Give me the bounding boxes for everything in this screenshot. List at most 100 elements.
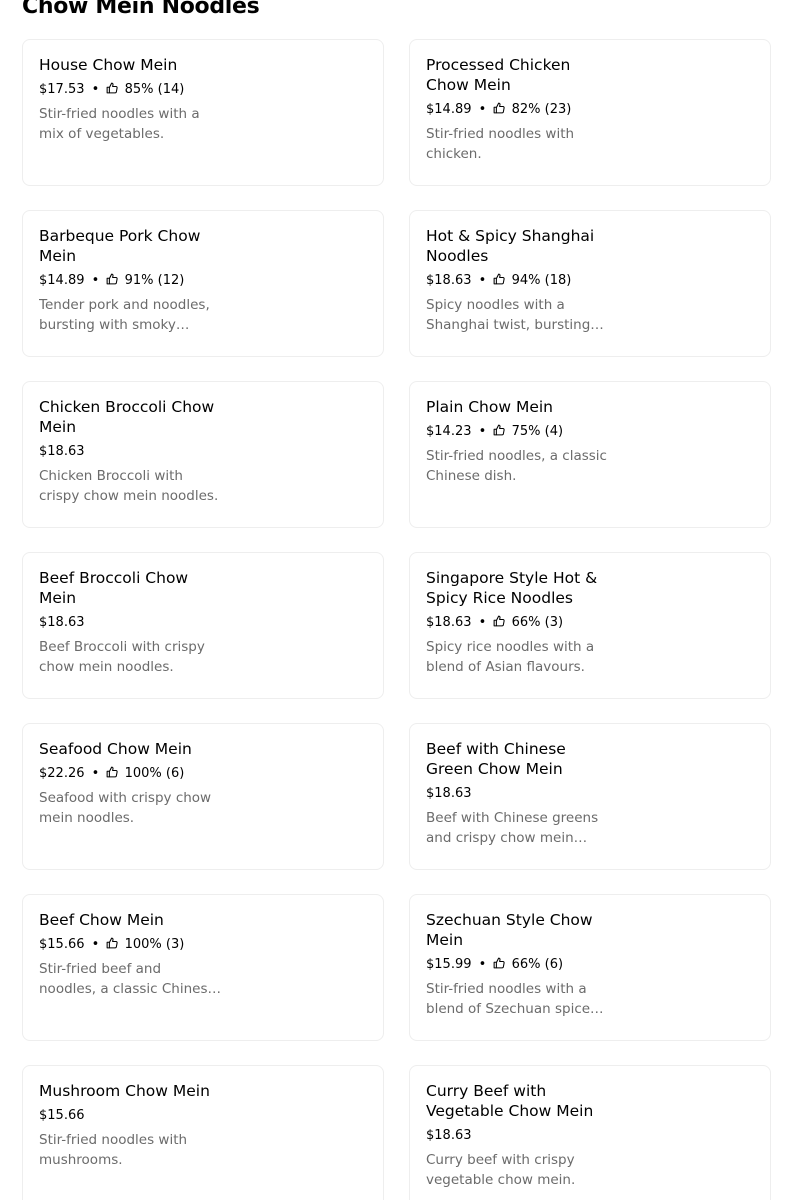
menu-item-rating: • 66% (6) bbox=[476, 957, 563, 972]
menu-item-meta: $22.26 • 100% (6) bbox=[39, 764, 229, 784]
menu-item-rating: • 91% (12) bbox=[89, 273, 185, 288]
menu-item-meta: $15.66 bbox=[39, 1106, 229, 1126]
menu-item-price: $14.89 bbox=[426, 102, 472, 117]
menu-item-meta: $15.99 • 66% (6) bbox=[426, 955, 616, 975]
menu-item-meta: $18.63 bbox=[39, 442, 229, 462]
thumbs-up-icon bbox=[494, 273, 506, 285]
thumbs-up-icon bbox=[494, 957, 506, 969]
rating-text: 100% (3) bbox=[124, 937, 185, 952]
menu-item-info: Beef Broccoli Chow Mein $18.63 Beef Broc… bbox=[39, 568, 229, 677]
menu-page: Chow Mein Noodles House Chow Mein $17.53… bbox=[0, 0, 804, 1200]
menu-item-card[interactable]: House Chow Mein $17.53 • 85% (14) Stir-f… bbox=[22, 39, 384, 186]
menu-item-card[interactable]: Processed Chicken Chow Mein $14.89 • 82%… bbox=[409, 39, 771, 186]
menu-item-description: Stir-fried noodles, a classic Chinese di… bbox=[426, 448, 607, 484]
menu-item-name: Seafood Chow Mein bbox=[39, 740, 192, 758]
menu-item-name: House Chow Mein bbox=[39, 56, 178, 74]
thumbs-up-icon bbox=[494, 424, 506, 436]
menu-item-meta: $15.66 • 100% (3) bbox=[39, 935, 229, 955]
menu-item-description: Tender pork and noodles, bursting with s… bbox=[39, 297, 210, 333]
rating-text: 82% (23) bbox=[511, 102, 572, 117]
menu-item-card[interactable]: Mushroom Chow Mein $15.66 Stir-fried noo… bbox=[22, 1065, 384, 1200]
menu-item-card[interactable]: Szechuan Style Chow Mein $15.99 • 66% (6… bbox=[409, 894, 771, 1041]
menu-item-info: Beef with Chinese Green Chow Mein $18.63… bbox=[426, 739, 616, 848]
menu-item-description: Spicy noodles with a Shanghai twist, bur… bbox=[426, 297, 591, 333]
menu-item-price: $22.26 bbox=[39, 766, 85, 781]
meta-separator: • bbox=[478, 102, 487, 117]
menu-item-price: $18.63 bbox=[426, 1128, 472, 1143]
menu-item-info: Szechuan Style Chow Mein $15.99 • 66% (6… bbox=[426, 910, 616, 1019]
menu-item-info: House Chow Mein $17.53 • 85% (14) Stir-f… bbox=[39, 55, 229, 144]
menu-item-card[interactable]: Beef Chow Mein $15.66 • 100% (3) Stir-fr… bbox=[22, 894, 384, 1041]
rating-text: 91% (12) bbox=[124, 273, 185, 288]
menu-item-description: Curry beef with crispy vegetable chow me… bbox=[426, 1152, 576, 1188]
menu-item-meta: $14.89 • 82% (23) bbox=[426, 100, 616, 120]
menu-item-name: Singapore Style Hot & Spicy Rice Noodles bbox=[426, 569, 598, 607]
menu-item-name: Chicken Broccoli Chow Mein bbox=[39, 398, 215, 436]
rating-text: 100% (6) bbox=[124, 766, 185, 781]
menu-item-name: Processed Chicken Chow Mein bbox=[426, 56, 571, 94]
menu-item-price: $18.63 bbox=[39, 615, 85, 630]
menu-item-name: Beef Broccoli Chow Mein bbox=[39, 569, 189, 607]
menu-item-description: Stir-fried noodles with chicken. bbox=[426, 126, 575, 162]
menu-item-meta: $18.63 bbox=[426, 784, 616, 804]
rating-text: 66% (3) bbox=[511, 615, 564, 630]
menu-item-card[interactable]: Curry Beef with Vegetable Chow Mein $18.… bbox=[409, 1065, 771, 1200]
menu-item-card[interactable]: Beef Broccoli Chow Mein $18.63 Beef Broc… bbox=[22, 552, 384, 699]
thumbs-up-icon bbox=[107, 82, 119, 94]
menu-item-description: Beef with Chinese greens and crispy chow… bbox=[426, 810, 599, 846]
menu-item-grid: House Chow Mein $17.53 • 85% (14) Stir-f… bbox=[22, 39, 772, 1200]
menu-item-price: $18.63 bbox=[426, 273, 472, 288]
menu-item-info: Mushroom Chow Mein $15.66 Stir-fried noo… bbox=[39, 1081, 229, 1170]
menu-item-name: Beef Chow Mein bbox=[39, 911, 164, 929]
meta-separator: • bbox=[478, 424, 487, 439]
menu-item-rating: • 100% (6) bbox=[89, 766, 185, 781]
menu-item-price: $18.63 bbox=[426, 786, 472, 801]
meta-separator: • bbox=[478, 957, 487, 972]
menu-item-rating: • 85% (14) bbox=[89, 82, 185, 97]
menu-item-card[interactable]: Singapore Style Hot & Spicy Rice Noodles… bbox=[409, 552, 771, 699]
menu-item-description: Stir-fried beef and noodles, a classic C… bbox=[39, 961, 216, 997]
menu-item-card[interactable]: Plain Chow Mein $14.23 • 75% (4) Stir-fr… bbox=[409, 381, 771, 528]
menu-item-card[interactable]: Chicken Broccoli Chow Mein $18.63 Chicke… bbox=[22, 381, 384, 528]
thumbs-up-icon bbox=[494, 615, 506, 627]
menu-item-card[interactable]: Hot & Spicy Shanghai Noodles $18.63 • 94… bbox=[409, 210, 771, 357]
rating-text: 85% (14) bbox=[124, 82, 185, 97]
menu-item-card[interactable]: Beef with Chinese Green Chow Mein $18.63… bbox=[409, 723, 771, 870]
menu-item-description: Stir-fried noodles with mushrooms. bbox=[39, 1132, 188, 1168]
menu-item-meta: $17.53 • 85% (14) bbox=[39, 80, 229, 100]
meta-separator: • bbox=[478, 615, 487, 630]
rating-text: 75% (4) bbox=[511, 424, 564, 439]
menu-item-info: Beef Chow Mein $15.66 • 100% (3) Stir-fr… bbox=[39, 910, 229, 999]
menu-item-info: Plain Chow Mein $14.23 • 75% (4) Stir-fr… bbox=[426, 397, 616, 486]
menu-item-info: Seafood Chow Mein $22.26 • 100% (6) Seaf… bbox=[39, 739, 229, 828]
menu-item-price: $15.66 bbox=[39, 1108, 85, 1123]
menu-item-price: $15.66 bbox=[39, 937, 85, 952]
menu-item-name: Barbeque Pork Chow Mein bbox=[39, 227, 201, 265]
menu-item-meta: $14.89 • 91% (12) bbox=[39, 271, 229, 291]
menu-item-card[interactable]: Seafood Chow Mein $22.26 • 100% (6) Seaf… bbox=[22, 723, 384, 870]
meta-separator: • bbox=[478, 273, 487, 288]
menu-item-name: Szechuan Style Chow Mein bbox=[426, 911, 593, 949]
menu-item-name: Beef with Chinese Green Chow Mein bbox=[426, 740, 566, 778]
menu-item-price: $18.63 bbox=[39, 444, 85, 459]
menu-item-rating: • 100% (3) bbox=[89, 937, 185, 952]
menu-item-price: $14.23 bbox=[426, 424, 472, 439]
section-title: Chow Mein Noodles bbox=[22, 0, 260, 19]
menu-item-card[interactable]: Barbeque Pork Chow Mein $14.89 • 91% (12… bbox=[22, 210, 384, 357]
menu-item-price: $18.63 bbox=[426, 615, 472, 630]
menu-item-description: Chicken Broccoli with crispy chow mein n… bbox=[39, 468, 219, 504]
meta-separator: • bbox=[91, 273, 100, 288]
menu-item-meta: $18.63 • 94% (18) bbox=[426, 271, 616, 291]
menu-item-description: Stir-fried noodles with a blend of Szech… bbox=[426, 981, 598, 1017]
meta-separator: • bbox=[91, 82, 100, 97]
meta-separator: • bbox=[91, 766, 100, 781]
menu-item-price: $17.53 bbox=[39, 82, 85, 97]
menu-item-info: Singapore Style Hot & Spicy Rice Noodles… bbox=[426, 568, 616, 677]
menu-item-description: Stir-fried noodles with a mix of vegetab… bbox=[39, 106, 200, 142]
menu-item-description: Spicy rice noodles with a blend of Asian… bbox=[426, 639, 595, 675]
menu-item-info: Hot & Spicy Shanghai Noodles $18.63 • 94… bbox=[426, 226, 616, 335]
menu-item-info: Processed Chicken Chow Mein $14.89 • 82%… bbox=[426, 55, 616, 164]
menu-item-price: $14.89 bbox=[39, 273, 85, 288]
thumbs-up-icon bbox=[107, 937, 119, 949]
menu-item-meta: $18.63 bbox=[39, 613, 229, 633]
